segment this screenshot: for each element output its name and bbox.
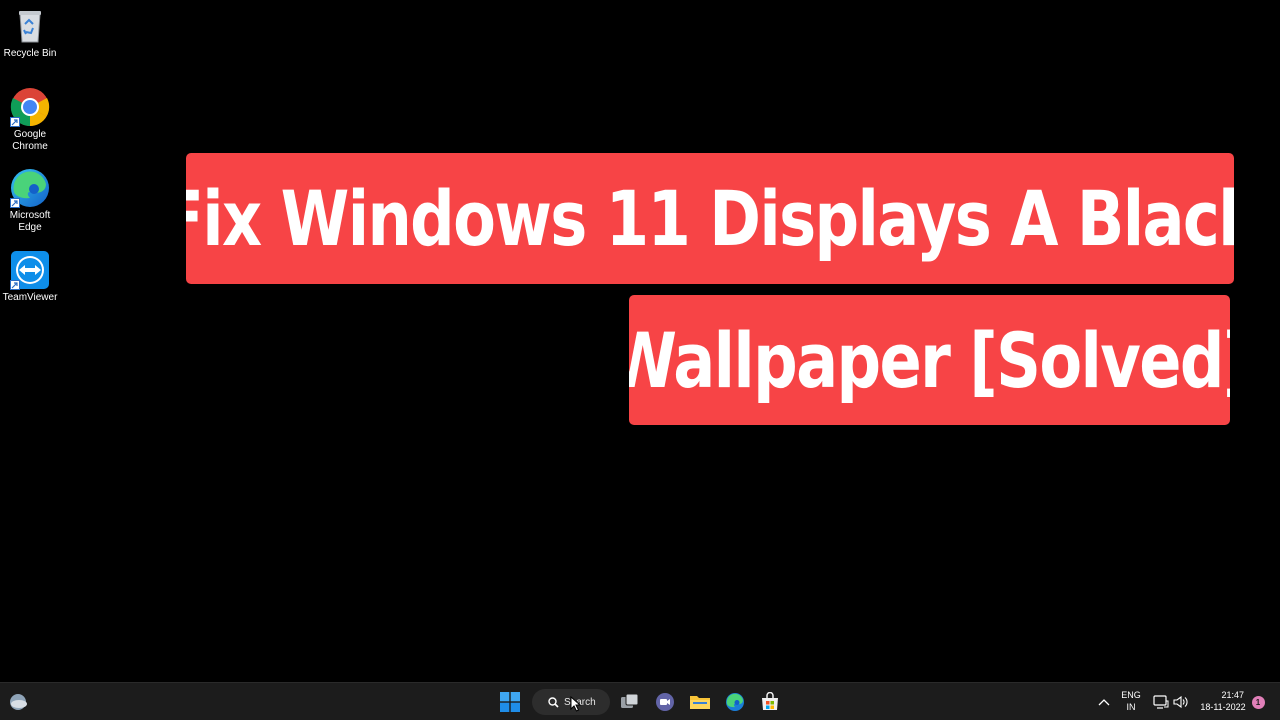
start-icon[interactable]	[498, 690, 522, 714]
title-text-line-1: Fix Windows 11 Displays A Black	[186, 174, 1234, 263]
clock-date: 18-11-2022	[1200, 702, 1246, 712]
edge-icon	[10, 168, 50, 208]
clock-time: 21:47	[1221, 690, 1244, 700]
region-code: IN	[1126, 702, 1136, 712]
recycle-bin-icon	[10, 6, 50, 46]
title-banner-line-2: Wallpaper [Solved]	[629, 295, 1230, 425]
chevron-up-icon[interactable]	[1092, 690, 1116, 714]
search-icon	[548, 696, 559, 708]
teams-chat-icon[interactable]	[653, 690, 677, 714]
language-code: ENG	[1121, 690, 1141, 700]
notification-center-button[interactable]: 1	[1246, 690, 1270, 714]
language-indicator[interactable]: ENG IN	[1118, 689, 1144, 713]
taskbar: Search ENG IN 21:47 18-11-2022 1	[0, 682, 1280, 720]
desktop-icon-google-chrome[interactable]: Google Chrome	[0, 87, 60, 153]
widgets-weather-icon[interactable]	[6, 690, 30, 714]
desktop-icon-label: Google Chrome	[12, 129, 48, 152]
desktop-icon-label: Recycle Bin	[3, 48, 57, 59]
desktop-icon-microsoft-edge[interactable]: Microsoft Edge	[0, 168, 60, 234]
edge-icon[interactable]	[723, 690, 747, 714]
shortcut-arrow-icon	[10, 280, 20, 290]
teamviewer-icon	[10, 250, 50, 290]
shortcut-arrow-icon	[10, 117, 20, 127]
desktop: Recycle Bin Google Chrome Microsoft Edge…	[0, 0, 1280, 682]
file-explorer-icon[interactable]	[688, 690, 712, 714]
desktop-icon-teamviewer[interactable]: TeamViewer	[0, 250, 60, 304]
mouse-cursor-icon	[570, 696, 582, 712]
chrome-icon	[10, 87, 50, 127]
shortcut-arrow-icon	[10, 198, 20, 208]
desktop-icon-label: Microsoft Edge	[9, 210, 51, 233]
desktop-icon-recycle-bin[interactable]: Recycle Bin	[0, 6, 60, 60]
volume-icon[interactable]	[1169, 690, 1193, 714]
title-banner-line-1: Fix Windows 11 Displays A Black	[186, 153, 1234, 284]
microsoft-store-icon[interactable]	[758, 690, 782, 714]
title-text-line-2: Wallpaper [Solved]	[629, 315, 1230, 405]
task-view-icon[interactable]	[618, 690, 642, 714]
desktop-icon-label: TeamViewer	[2, 292, 58, 303]
clock[interactable]: 21:47 18-11-2022	[1196, 689, 1250, 713]
notification-badge: 1	[1251, 695, 1265, 709]
